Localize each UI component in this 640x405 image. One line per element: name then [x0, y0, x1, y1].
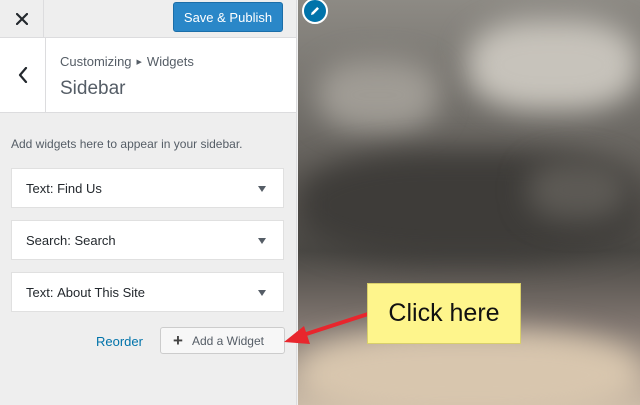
annotation-callout: Click here — [367, 283, 521, 344]
customizer-panel: Save & Publish Customizing ▶ Widgets Sid… — [0, 0, 297, 405]
section-description: Add widgets here to appear in your sideb… — [11, 137, 243, 151]
chevron-down-icon[interactable] — [258, 290, 266, 296]
breadcrumb-item-widgets: Widgets — [146, 54, 194, 69]
breadcrumb-item-customizing: Customizing — [60, 54, 132, 69]
preview-blur-shape — [528, 160, 628, 220]
plus-icon: + — [173, 331, 183, 350]
widget-type-label: Text: — [26, 284, 54, 300]
widget-title: About This Site — [57, 284, 146, 300]
preview-blur-shape — [318, 60, 438, 130]
close-icon — [15, 12, 28, 25]
triangle-right-icon: ▶ — [136, 58, 142, 66]
widget-search[interactable]: Search: Search — [11, 220, 284, 260]
arrow-head — [284, 326, 310, 344]
close-button[interactable] — [0, 0, 44, 37]
chevron-left-icon — [18, 67, 27, 83]
back-button[interactable] — [0, 38, 46, 112]
add-widget-button[interactable]: + Add a Widget — [160, 327, 285, 354]
chevron-down-icon[interactable] — [258, 186, 266, 192]
add-widget-label: Add a Widget — [191, 333, 264, 348]
page-title: Sidebar — [60, 78, 126, 99]
widget-title: Search — [74, 232, 116, 248]
section-header: Customizing ▶ Widgets Sidebar — [0, 38, 296, 113]
save-publish-button[interactable]: Save & Publish — [173, 2, 283, 32]
customizer-header: Save & Publish — [0, 0, 296, 38]
widget-type-label: Text: — [26, 180, 54, 196]
breadcrumb: Customizing ▶ Widgets — [60, 54, 194, 69]
arrow-shaft — [298, 312, 370, 338]
reorder-link[interactable]: Reorder — [96, 334, 143, 349]
pencil-icon — [311, 7, 319, 15]
widget-text-find-us[interactable]: Text: Find Us — [11, 168, 284, 208]
widget-text-about-this-site[interactable]: Text: About This Site — [11, 272, 284, 312]
widget-title: Find Us — [57, 180, 102, 196]
widget-type-label: Search: — [26, 232, 71, 248]
preview-blur-shape — [468, 20, 638, 110]
chevron-down-icon[interactable] — [258, 238, 266, 244]
annotation-arrow — [284, 312, 370, 344]
